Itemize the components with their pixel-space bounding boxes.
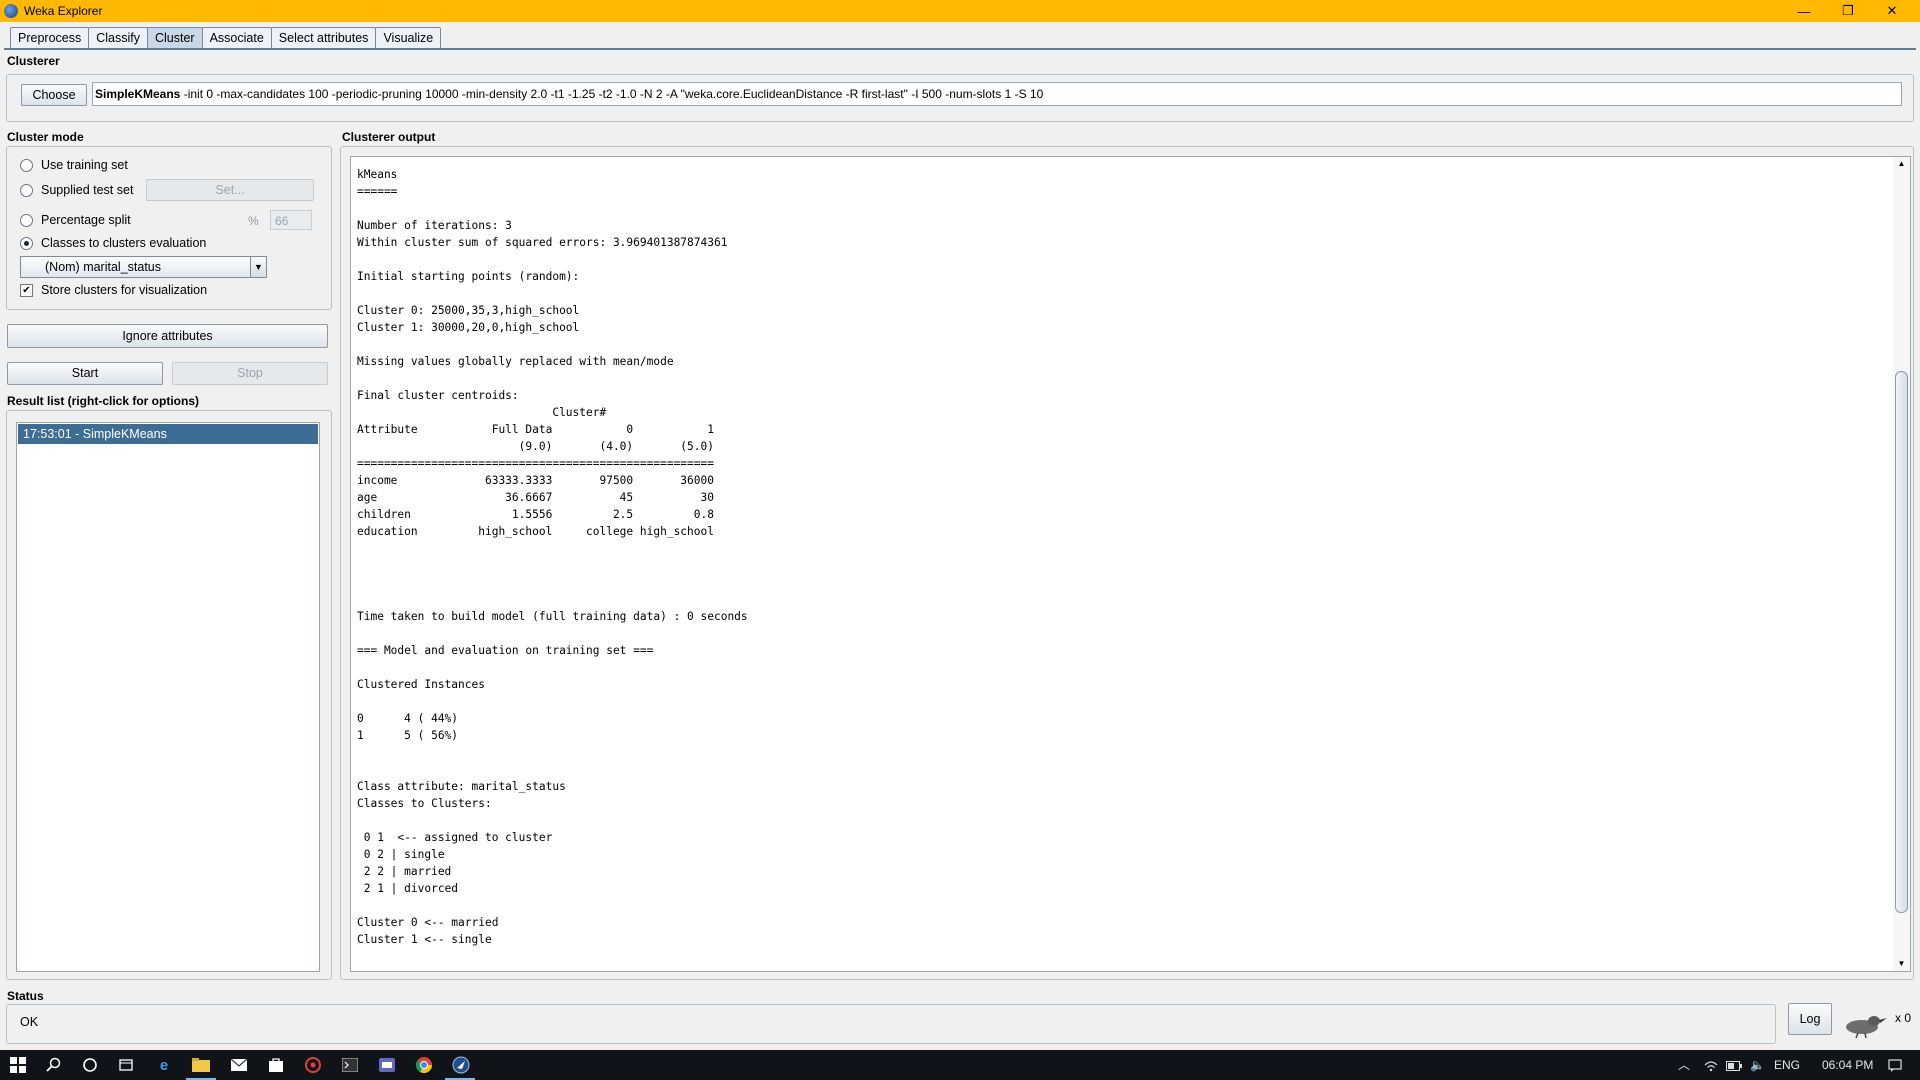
- wifi-icon[interactable]: [1704, 1050, 1718, 1080]
- store-icon[interactable]: [266, 1055, 286, 1075]
- class-attribute-value: (Nom) marital_status: [45, 260, 161, 274]
- supplied-test-set-label: Supplied test set: [41, 183, 134, 197]
- scrollbar-thumb[interactable]: [1895, 371, 1908, 913]
- scroll-up-arrow-icon[interactable]: ▲: [1893, 157, 1910, 171]
- log-button[interactable]: Log: [1788, 1003, 1832, 1035]
- clusterer-section-label: Clusterer: [7, 54, 60, 68]
- percent-sign: %: [248, 214, 259, 228]
- use-training-set-label: Use training set: [41, 158, 128, 172]
- chevron-down-icon[interactable]: ▼: [250, 257, 266, 277]
- percentage-split-option[interactable]: Percentage split: [20, 211, 131, 229]
- taskbar: e ︿ 🔈 ENG 06:04 PM: [0, 1050, 1920, 1080]
- task-view-icon[interactable]: [116, 1055, 136, 1075]
- tab-associate[interactable]: Associate: [201, 27, 272, 48]
- chrome-icon[interactable]: [414, 1055, 434, 1075]
- clusterer-config-field[interactable]: SimpleKMeans -init 0 -max-candidates 100…: [92, 82, 1902, 106]
- clusterer-options: -init 0 -max-candidates 100 -periodic-pr…: [180, 87, 1044, 101]
- store-clusters-option[interactable]: ✔ Store clusters for visualization: [20, 281, 207, 299]
- battery-icon[interactable]: [1726, 1050, 1742, 1080]
- tab-preprocess[interactable]: Preprocess: [10, 27, 90, 48]
- percentage-split-radio[interactable]: [20, 213, 33, 227]
- start-button[interactable]: Start: [7, 362, 163, 385]
- app-blue-icon[interactable]: [377, 1055, 397, 1075]
- tab-visualize[interactable]: Visualize: [375, 27, 442, 48]
- percentage-split-field[interactable]: 66: [270, 210, 312, 230]
- clusterer-name: SimpleKMeans: [95, 87, 181, 101]
- result-list-item[interactable]: 17:53:01 - SimpleKMeans: [18, 424, 318, 444]
- weka-taskbar-icon[interactable]: [451, 1055, 471, 1075]
- clusterer-output-label: Clusterer output: [342, 130, 436, 144]
- terminal-icon[interactable]: [340, 1055, 360, 1075]
- status-label: Status: [7, 989, 44, 1003]
- stop-button[interactable]: Stop: [172, 362, 328, 385]
- class-attribute-select[interactable]: (Nom) marital_status ▼: [20, 256, 267, 278]
- title-bar: Weka Explorer — ❐ ✕: [0, 0, 1920, 22]
- store-clusters-checkbox[interactable]: ✔: [20, 283, 33, 297]
- weka-bird-icon[interactable]: [1840, 1009, 1888, 1039]
- maximize-button[interactable]: ❐: [1826, 0, 1870, 22]
- classes-to-clusters-option[interactable]: Classes to clusters evaluation: [20, 234, 206, 252]
- windows-start-icon[interactable]: [8, 1055, 28, 1075]
- tab-bar: Preprocess Classify Cluster Associate Se…: [10, 27, 442, 48]
- search-icon[interactable]: [44, 1055, 64, 1075]
- clusterer-output-text-area[interactable]: kMeans ====== Number of iterations: 3 Wi…: [350, 156, 1895, 972]
- cluster-mode-label: Cluster mode: [7, 130, 84, 144]
- percentage-split-label: Percentage split: [41, 213, 131, 227]
- tray-chevron-icon[interactable]: ︿: [1678, 1050, 1690, 1080]
- classes-to-clusters-label: Classes to clusters evaluation: [41, 236, 207, 250]
- bird-count: x 0: [1895, 1011, 1912, 1025]
- volume-icon[interactable]: 🔈: [1750, 1050, 1765, 1080]
- output-scrollbar[interactable]: ▲ ▼: [1893, 156, 1911, 972]
- language-indicator[interactable]: ENG: [1774, 1050, 1800, 1080]
- supplied-test-set-option[interactable]: Supplied test set: [20, 181, 133, 199]
- status-text: OK: [20, 1015, 39, 1029]
- choose-button[interactable]: Choose: [21, 84, 87, 106]
- use-training-set-option[interactable]: Use training set: [20, 156, 128, 174]
- tab-classify[interactable]: Classify: [88, 27, 148, 48]
- tab-cluster[interactable]: Cluster: [147, 27, 203, 48]
- set-test-set-button[interactable]: Set...: [146, 179, 314, 201]
- minimize-button[interactable]: —: [1782, 0, 1826, 22]
- classes-to-clusters-radio[interactable]: [20, 236, 33, 250]
- clusterer-output-text: kMeans ====== Number of iterations: 3 Wi…: [357, 168, 748, 946]
- supplied-test-set-radio[interactable]: [20, 183, 33, 197]
- result-list-label: Result list (right-click for options): [7, 394, 200, 408]
- notification-icon[interactable]: [1888, 1050, 1902, 1080]
- tab-divider: [4, 48, 1916, 50]
- file-explorer-icon[interactable]: [191, 1055, 211, 1075]
- ignore-attributes-button[interactable]: Ignore attributes: [7, 324, 328, 348]
- status-panel: [6, 1004, 1776, 1044]
- use-training-set-radio[interactable]: [20, 158, 33, 172]
- window-title: Weka Explorer: [24, 4, 103, 18]
- edge-icon[interactable]: e: [154, 1055, 174, 1075]
- weka-app-icon: [4, 4, 18, 18]
- result-list[interactable]: 17:53:01 - SimpleKMeans: [16, 422, 320, 972]
- mail-icon[interactable]: [229, 1055, 249, 1075]
- app-red-icon[interactable]: [303, 1055, 323, 1075]
- scroll-down-arrow-icon[interactable]: ▼: [1893, 957, 1910, 971]
- store-clusters-label: Store clusters for visualization: [41, 283, 208, 297]
- tab-select-attributes[interactable]: Select attributes: [270, 27, 377, 48]
- clock[interactable]: 06:04 PM: [1822, 1050, 1873, 1080]
- cortana-icon[interactable]: [80, 1055, 100, 1075]
- close-button[interactable]: ✕: [1870, 0, 1914, 22]
